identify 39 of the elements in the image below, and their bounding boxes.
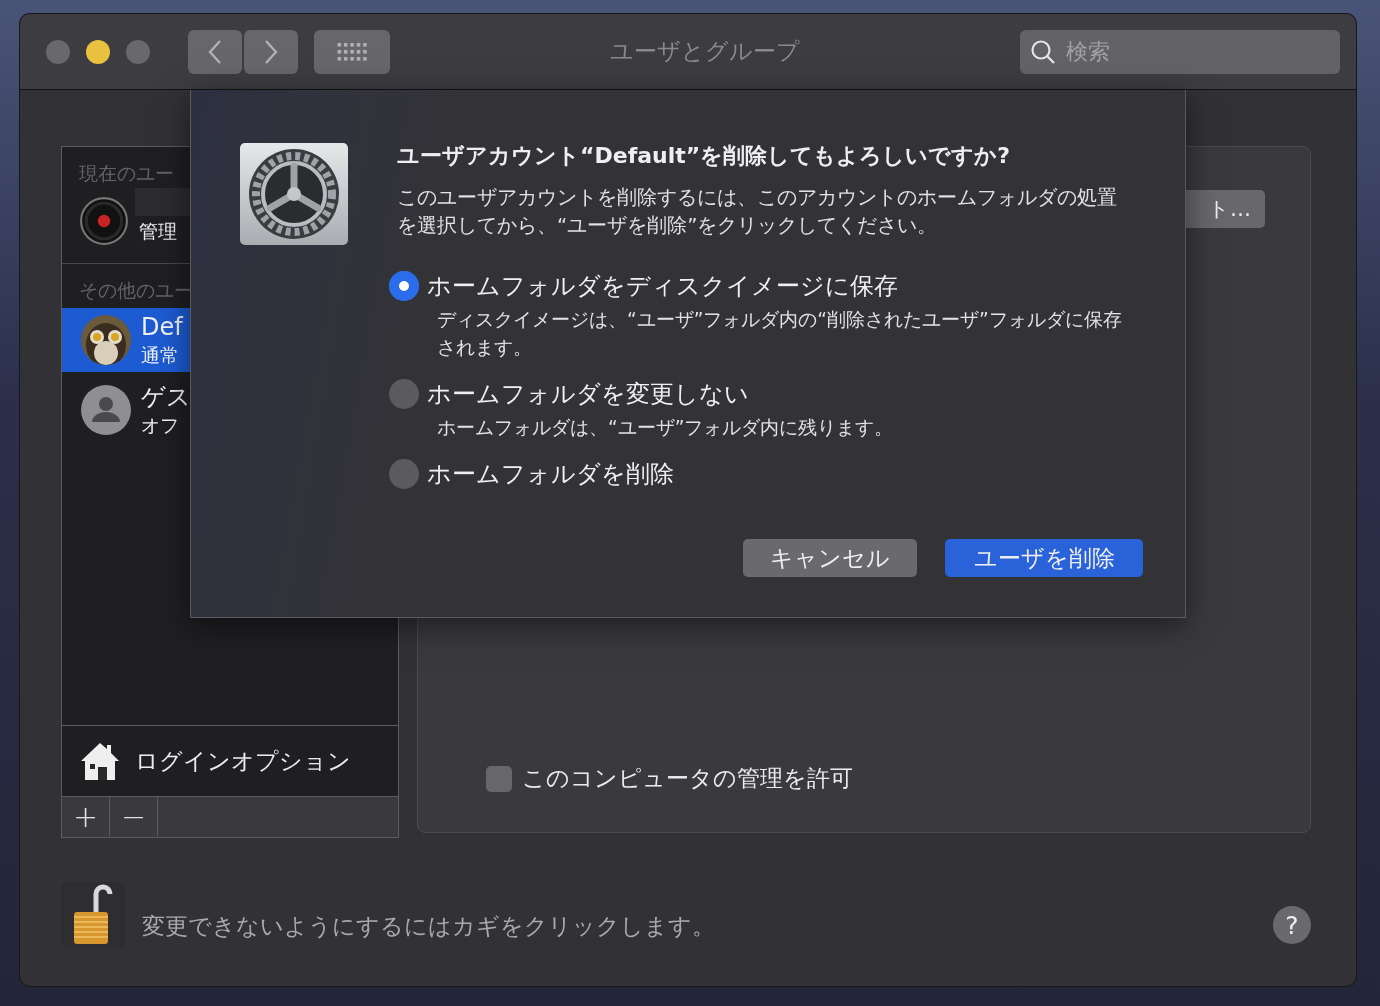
person-icon [81,385,131,435]
gear-icon [239,142,349,246]
padlock-icon [72,884,114,946]
login-options-label: ログインオプション [135,746,351,776]
option-label: ホームフォルダを削除 [427,459,674,490]
lock-button[interactable] [61,882,125,948]
radio-button[interactable] [389,459,419,489]
chevron-right-icon [264,38,278,65]
checkbox[interactable] [486,765,512,792]
show-all-button[interactable] [314,29,390,74]
chevron-left-icon [208,38,222,65]
option-label: ホームフォルダをディスクイメージに保存 [427,271,898,302]
minimize-button[interactable] [86,39,110,64]
checkbox-label: このコンピュータの管理を許可 [522,764,853,793]
user-role: オフ [141,413,180,438]
user-item[interactable]: ゲス オフ [62,378,398,442]
user-role: 通常 [141,343,180,368]
radio-button[interactable] [389,271,419,301]
window-title: ユーザとグループ [609,37,801,66]
delete-user-button[interactable]: ユーザを削除 [945,539,1143,577]
back-button[interactable] [188,29,242,74]
forward-button[interactable] [244,29,298,74]
option-label: ホームフォルダを変更しない [427,379,749,410]
cancel-button[interactable]: キャンセル [743,539,917,577]
option-note: ディスクイメージは、“ユーザ”フォルダ内の“削除されたユーザ”フォルダに保存されます。 [437,308,1123,360]
dialog-title: ユーザアカウント“Default”を削除してもよろしいですか? [397,142,1011,170]
user-item[interactable]: 管理 [62,191,398,251]
dialog-message: このユーザアカウントを削除するには、このアカウントのホームフォルダの処置を選択してから、“ユーザを削除”をクリックしてください。 [397,185,1118,239]
help-button[interactable]: ? [1273,906,1311,944]
option-note: ホームフォルダは、“ユーザ”フォルダ内に残ります。 [437,416,895,440]
user-name: Def [141,312,183,342]
lock-message: 変更できないようにするにはカギをクリックします。 [142,911,716,941]
user-role: 管理 [139,219,178,244]
house-icon [79,740,121,782]
search-field[interactable]: 検索 [1020,29,1340,74]
user-name: ゲス [141,382,191,412]
section-header: 現在のユー [78,161,175,185]
grid-icon [337,41,367,62]
radio-button[interactable] [389,379,419,409]
